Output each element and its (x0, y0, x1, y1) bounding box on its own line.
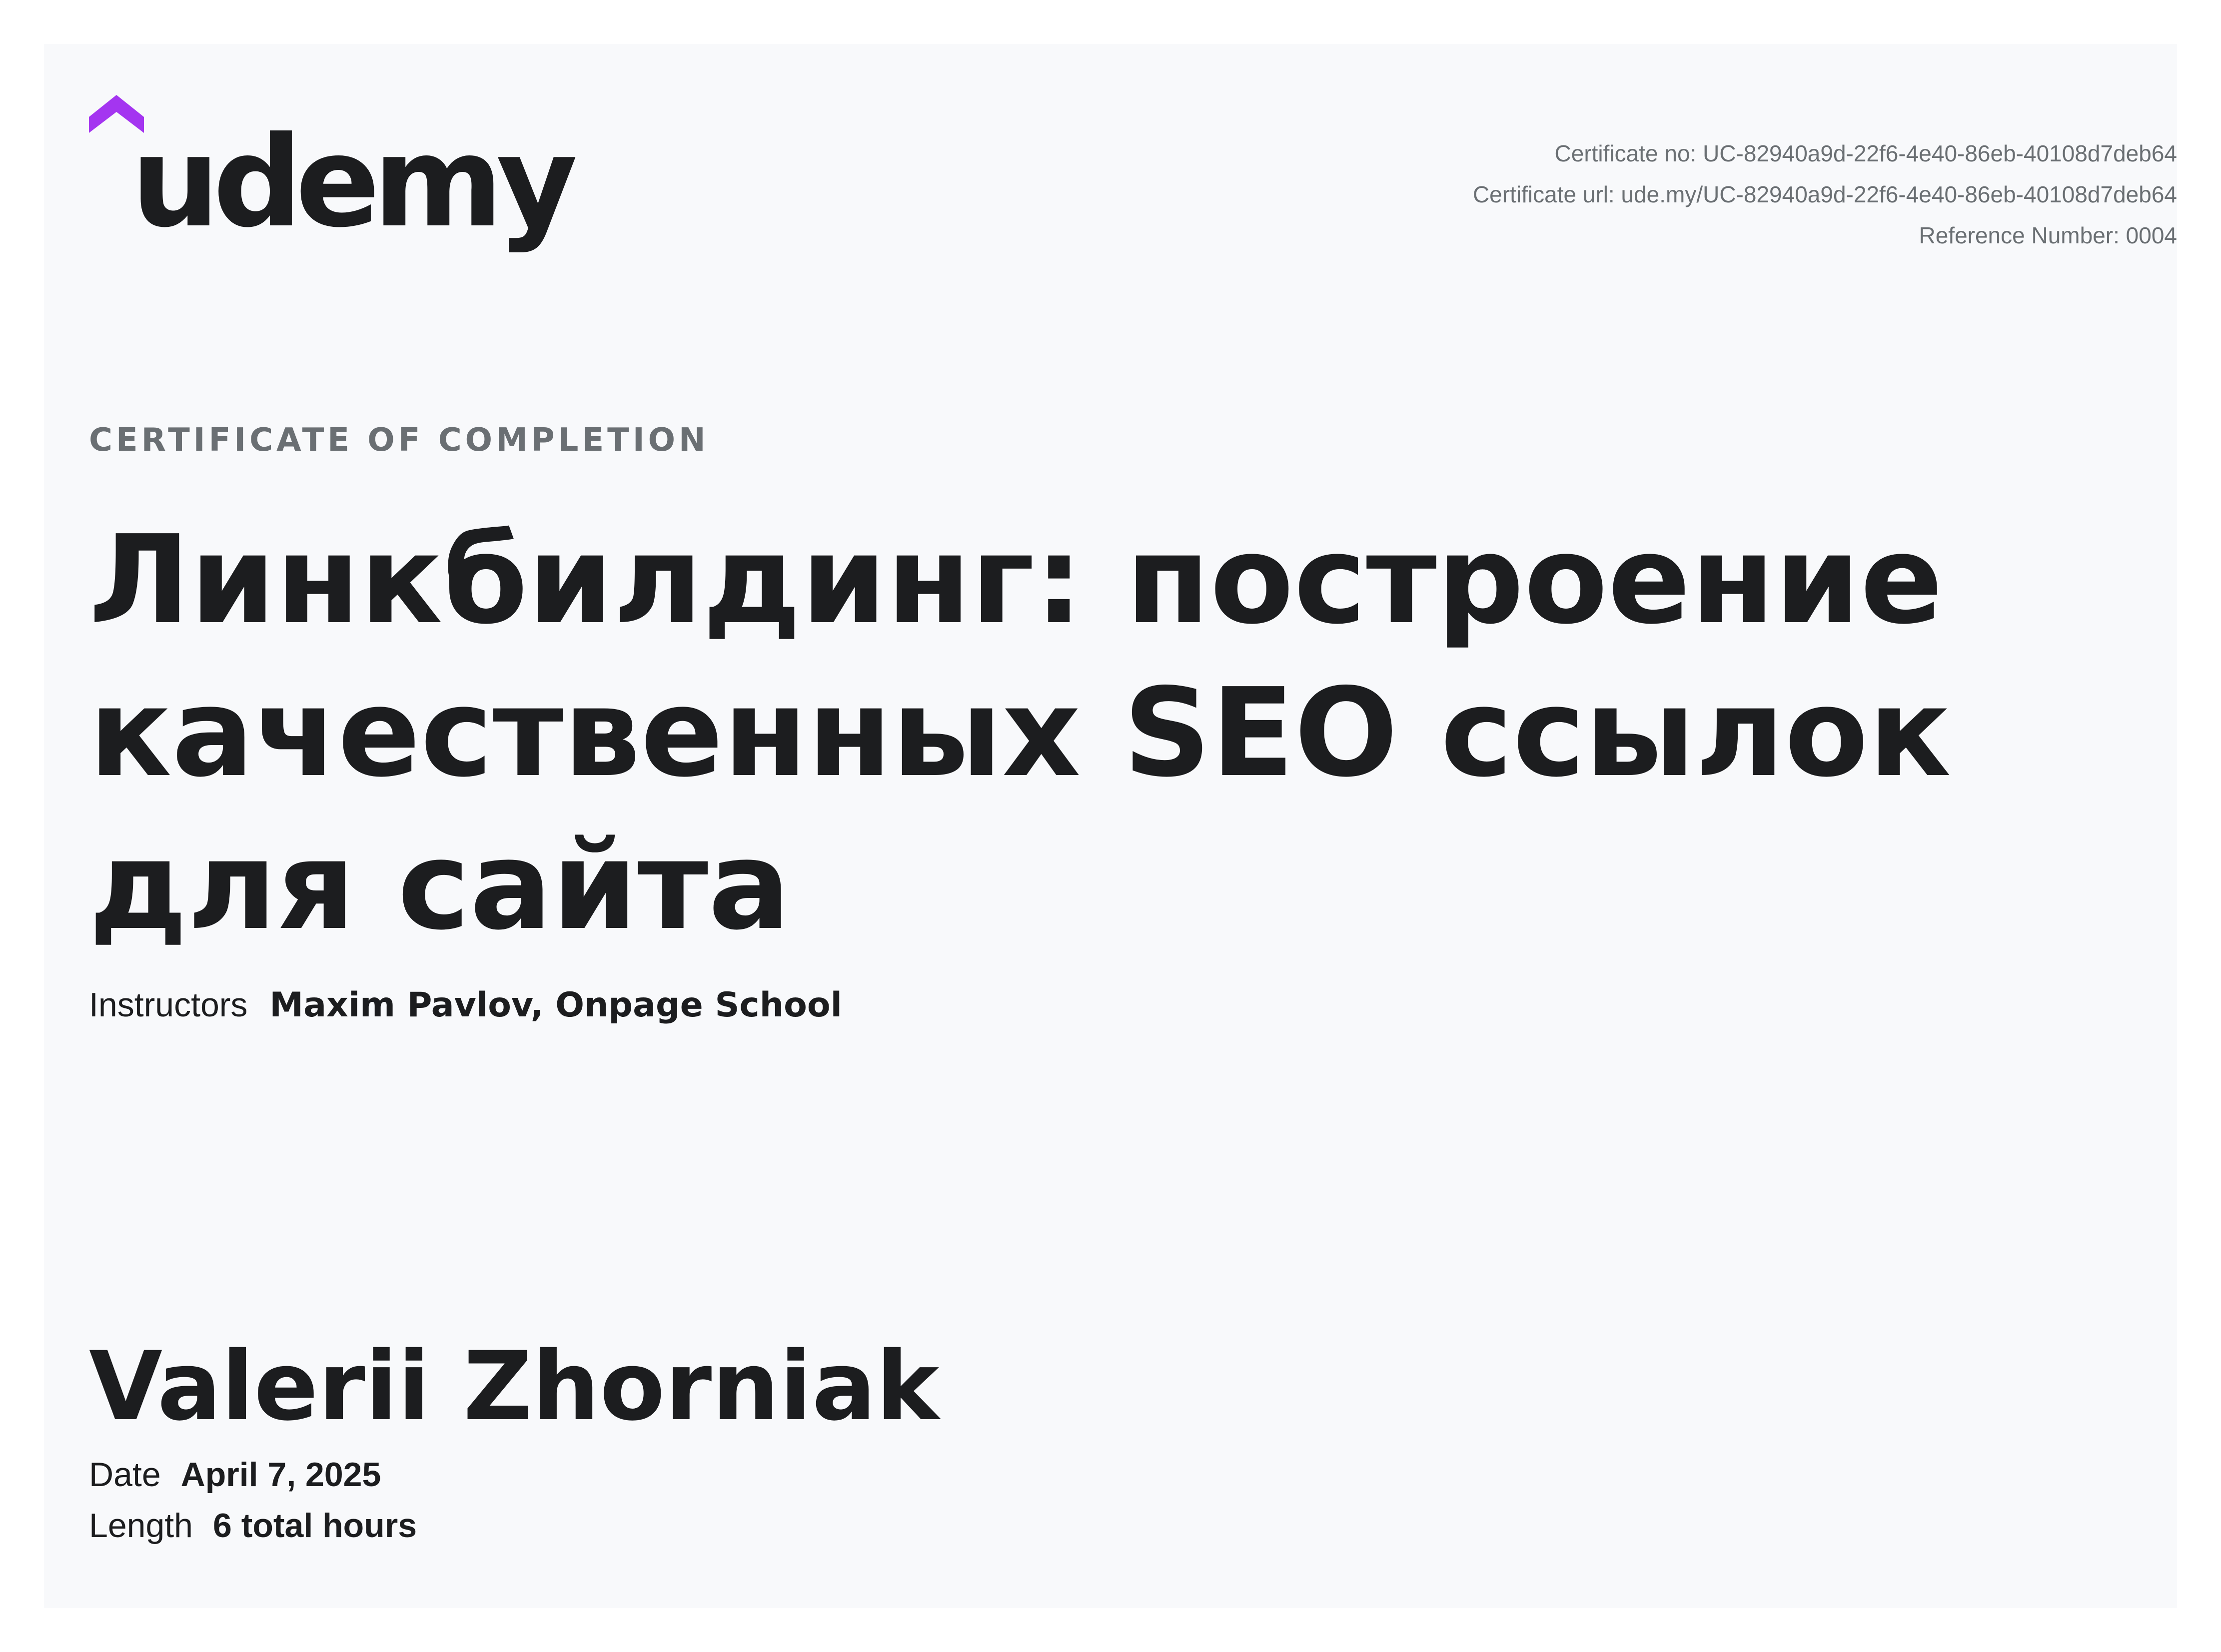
certificate-heading: CERTIFICATE OF COMPLETION (89, 422, 709, 459)
student-name: Valerii Zhorniak (89, 1331, 940, 1442)
course-title: Линкбилдинг: построение качественных SEO… (89, 509, 1952, 957)
length-label: Length (89, 1507, 193, 1545)
length-line: Length 6 total hours (89, 1503, 417, 1548)
logo-wordmark: udemy (131, 109, 578, 255)
reference-number: Reference Number: 0004 (1919, 222, 2177, 248)
instructors-label: Instructors (89, 986, 248, 1024)
length-value: 6 total hours (212, 1507, 417, 1545)
instructors-names: Maxim Pavlov, Onpage School (269, 985, 842, 1025)
instructors-line: Instructors Maxim Pavlov, Onpage School (89, 982, 842, 1028)
certificate-url: Certificate url: ude.my/UC-82940a9d-22f6… (1472, 181, 2177, 207)
certificate-number: Certificate no: UC-82940a9d-22f6-4e40-86… (1554, 140, 2177, 166)
certificate-meta: Certificate no: UC-82940a9d-22f6-4e40-86… (1473, 133, 2177, 256)
date-value: April 7, 2025 (180, 1456, 381, 1494)
date-line: Date April 7, 2025 (89, 1452, 381, 1497)
date-label: Date (89, 1456, 161, 1494)
